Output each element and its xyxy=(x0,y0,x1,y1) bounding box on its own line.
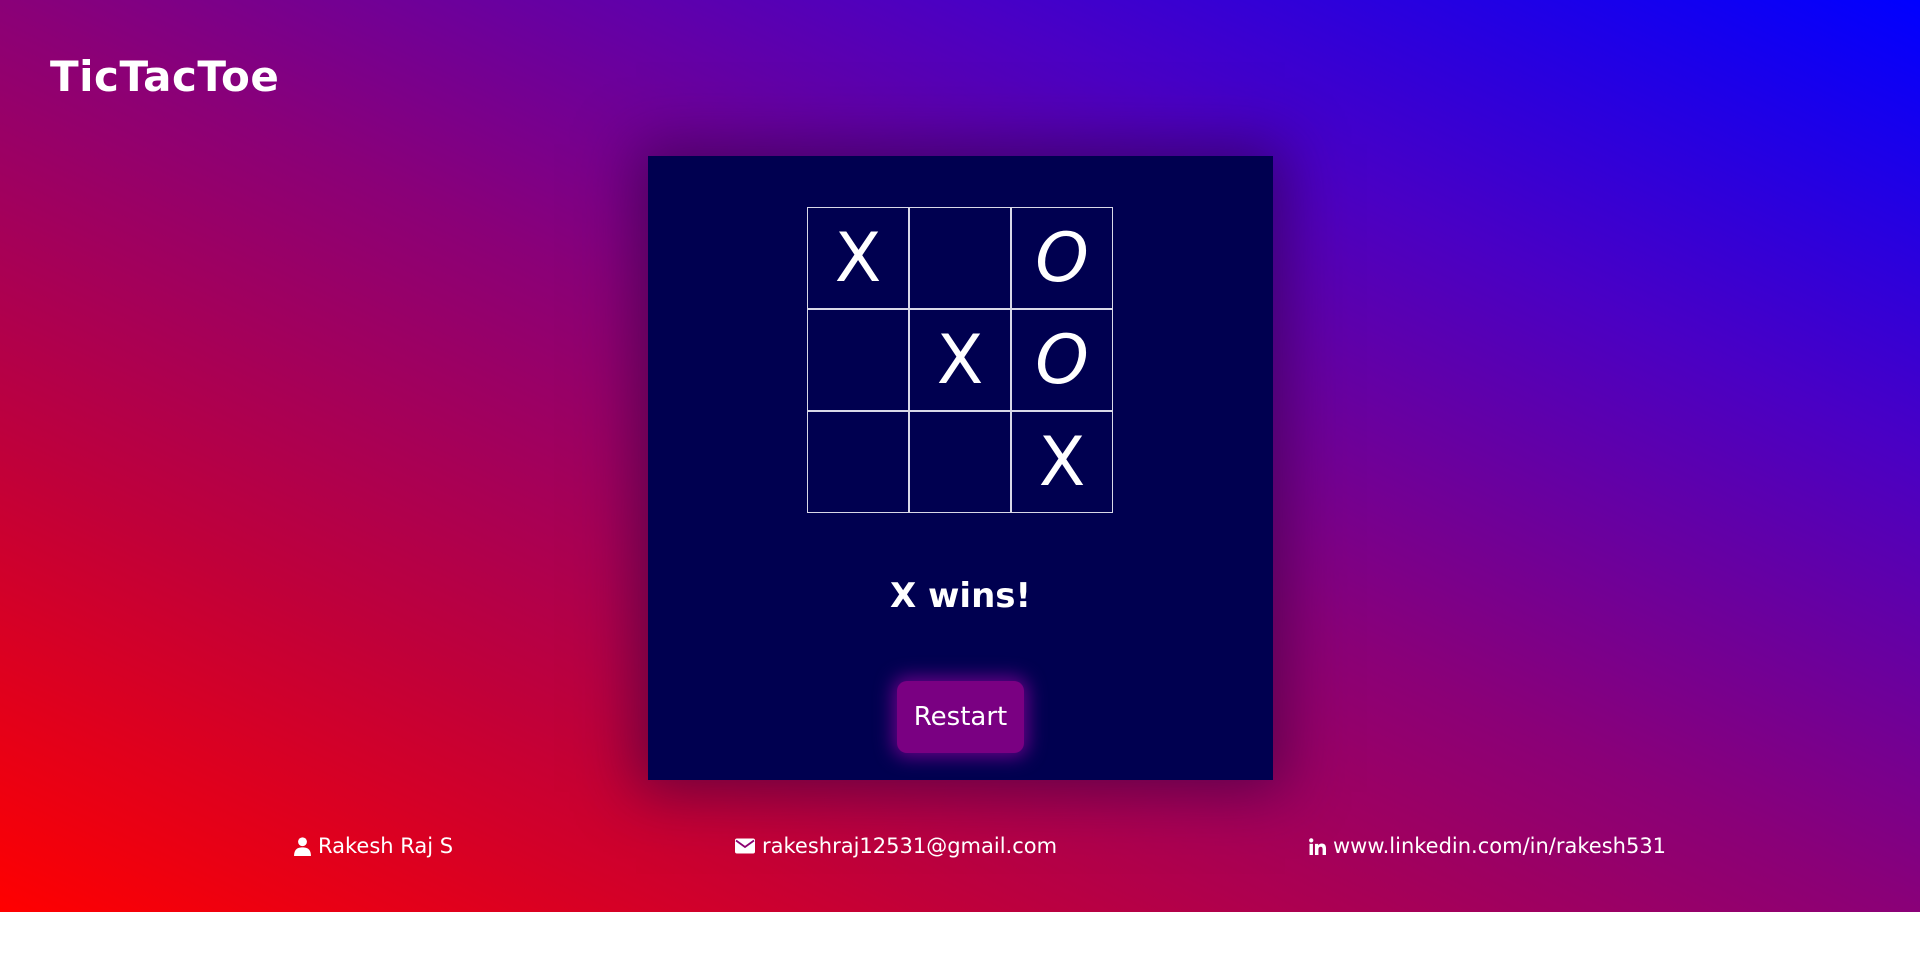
board-cell-8[interactable] xyxy=(909,411,1011,513)
board-cell-5[interactable]: X xyxy=(909,309,1011,411)
restart-button[interactable]: Restart xyxy=(897,681,1024,753)
footer-linkedin-text[interactable]: www.linkedin.com/in/rakesh531 xyxy=(1333,834,1666,858)
game-board: X O X O X xyxy=(807,207,1113,513)
board-cell-7[interactable] xyxy=(807,411,909,513)
footer-linkedin[interactable]: www.linkedin.com/in/rakesh531 xyxy=(1309,834,1666,858)
footer-email[interactable]: rakeshraj12531@gmail.com xyxy=(735,834,1057,858)
envelope-icon xyxy=(735,838,755,854)
user-icon xyxy=(294,836,311,856)
app-title: TicTacToe xyxy=(50,52,280,101)
board-cell-1[interactable]: X xyxy=(807,207,909,309)
footer-name: Rakesh Raj S xyxy=(294,834,453,858)
board-cell-2[interactable] xyxy=(909,207,1011,309)
page-background: TicTacToe X O X O X X wins! Restart Rake… xyxy=(0,0,1920,912)
game-status: X wins! xyxy=(889,576,1032,616)
footer-name-text: Rakesh Raj S xyxy=(318,834,454,858)
board-cell-4[interactable] xyxy=(807,309,909,411)
linkedin-icon xyxy=(1309,837,1326,855)
game-panel: X O X O X X wins! Restart xyxy=(648,156,1273,780)
board-cell-3[interactable]: O xyxy=(1011,207,1113,309)
board-cell-6[interactable]: O xyxy=(1011,309,1113,411)
board-cell-9[interactable]: X xyxy=(1011,411,1113,513)
footer-email-text[interactable]: rakeshraj12531@gmail.com xyxy=(762,834,1057,858)
